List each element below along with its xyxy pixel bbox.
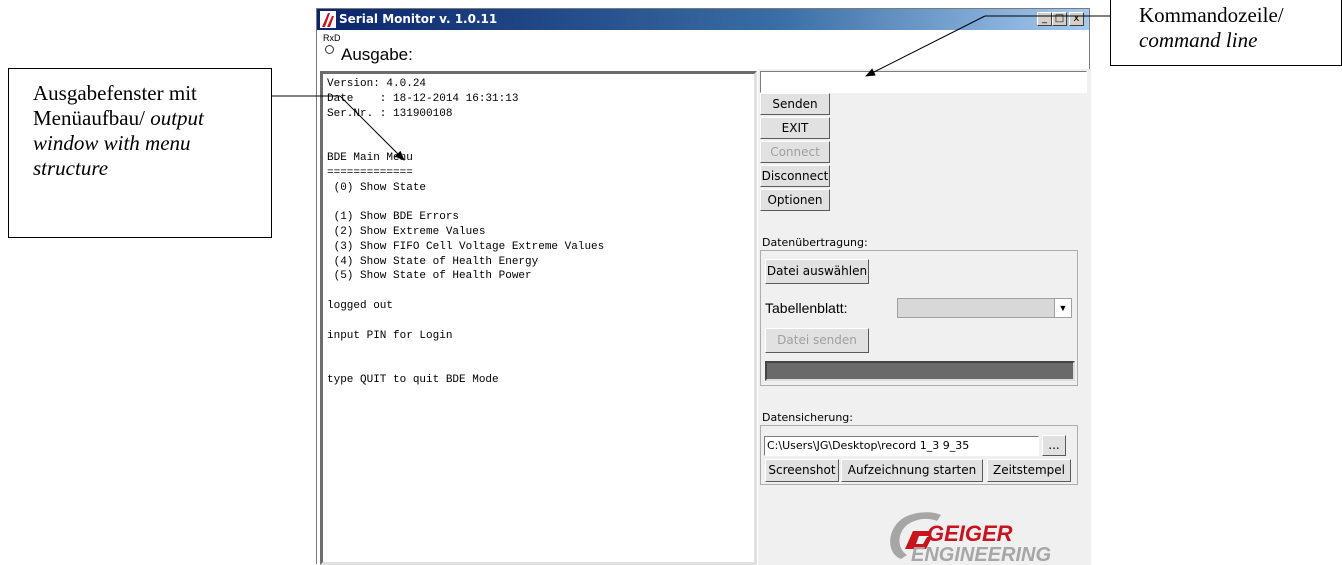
exit-button[interactable]: EXIT [760,117,830,139]
output-label: Ausgabe: [341,45,413,64]
record-path-input[interactable]: C:\Users\JG\Desktop\record 1_3 9_35 [764,436,1039,456]
maximize-button[interactable]: □ [1052,12,1067,26]
window-title: Serial Monitor v. 1.0.11 [339,12,498,26]
timestamp-button[interactable]: Zeitstempel [987,459,1071,482]
browse-button[interactable]: ... [1042,435,1066,456]
sheet-select[interactable]: ▼ [897,298,1072,318]
control-panel: Senden EXIT Connect Disconnect Optionen … [758,69,1091,565]
command-line-input[interactable] [760,71,1087,93]
serial-monitor-window: Serial Monitor v. 1.0.11 _ □ x RxD Ausga… [316,8,1091,565]
options-button[interactable]: Optionen [760,189,830,211]
start-recording-button[interactable]: Aufzeichnung starten [841,459,983,482]
sheet-label: Tabellenblatt: [765,300,848,316]
annotation-command-line-text-de: Kommandozeile/ [1139,3,1284,27]
output-window[interactable]: Version: 4.0.24 Date : 18-12-2014 16:31:… [320,71,757,565]
connect-button[interactable]: Connect [760,141,830,163]
transfer-progress-bar [765,361,1075,381]
logo-text-engineering: ENGINEERING [911,544,1051,565]
annotation-output-window: Ausgabefenster mit Menüaufbau/ output wi… [8,68,272,238]
minimize-button[interactable]: _ [1037,12,1052,26]
rxd-indicator-icon [325,45,334,54]
data-transfer-label: Datenübertragung: [762,236,868,249]
geiger-engineering-logo: GEIGER ENGINEERING [890,512,1051,565]
annotation-command-line: Kommandozeile/ command line [1110,0,1342,66]
send-file-button[interactable]: Datei senden [765,328,869,353]
chevron-down-icon[interactable]: ▼ [1054,299,1071,317]
data-backup-label: Datensicherung: [762,411,853,424]
disconnect-button[interactable]: Disconnect [760,165,830,187]
rxd-label: RxD [323,33,341,43]
title-bar[interactable]: Serial Monitor v. 1.0.11 _ □ x [317,9,1089,30]
choose-file-button[interactable]: Datei auswählen [765,259,869,284]
annotation-command-line-text-en: command line [1139,28,1258,52]
screenshot-button[interactable]: Screenshot [765,459,839,482]
close-button[interactable]: x [1069,12,1084,26]
app-logo-icon [320,11,336,28]
logo-text-geiger: GEIGER [927,521,1013,546]
send-button[interactable]: Senden [760,93,830,115]
